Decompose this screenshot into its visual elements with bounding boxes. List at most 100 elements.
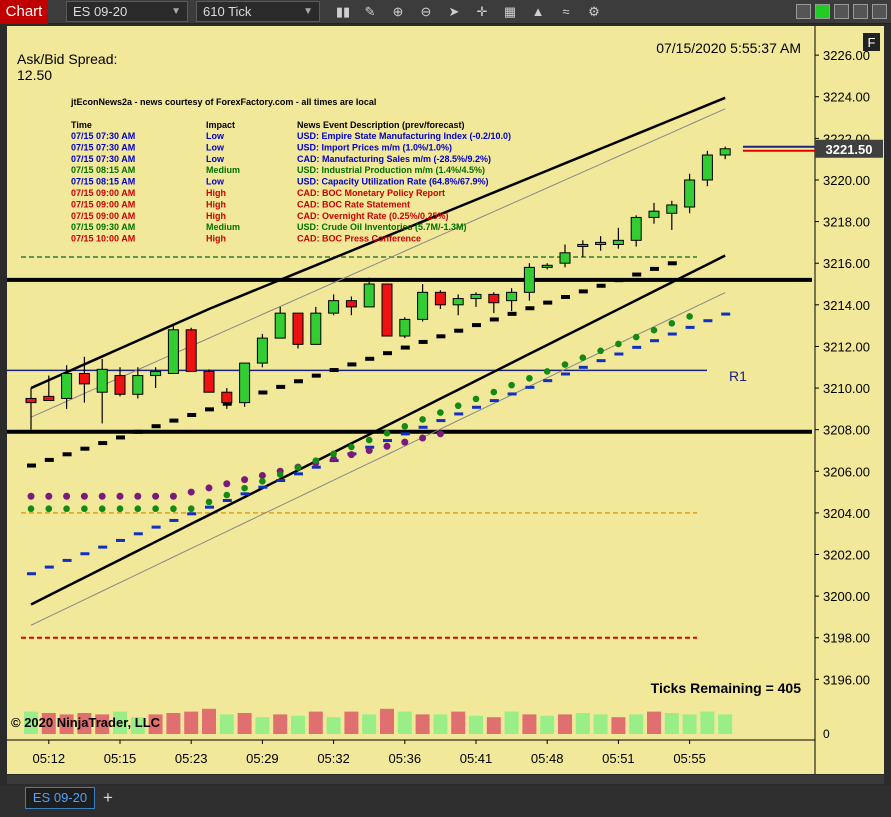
chart-window-title[interactable]: Chart (0, 0, 48, 24)
signal-dot-green (116, 505, 124, 513)
trail-stop-mark (222, 498, 232, 502)
zoom-in-icon[interactable]: ⊕ (389, 3, 407, 21)
trail-stop-mark (561, 372, 570, 376)
trail-stop-mark (578, 365, 588, 369)
trail-stop-mark (62, 558, 72, 562)
signal-dot-green (152, 505, 159, 513)
trend-mark (525, 306, 535, 311)
signal-dot-purple (365, 446, 373, 454)
trail-stop-mark (454, 412, 464, 416)
signal-dot-green (45, 505, 53, 513)
news-time: 07/15 09:00 AM (71, 188, 135, 198)
horizontal-scrollbar[interactable] (0, 774, 891, 785)
window-settings-icon[interactable] (796, 4, 811, 19)
scrollbar-track[interactable] (7, 775, 884, 784)
signal-dot-green (330, 450, 337, 458)
trail-stop-mark (80, 552, 90, 556)
candle-body (630, 216, 642, 241)
signal-dot-purple (383, 442, 391, 450)
signal-dot-green (365, 436, 373, 444)
zoom-out-icon[interactable]: ⊖ (417, 3, 435, 21)
candle-body (506, 291, 518, 302)
minimize-icon[interactable] (834, 4, 849, 19)
trail-stop-mark (685, 325, 695, 329)
strategies-icon[interactable]: ≈ (557, 3, 575, 21)
candle-body (310, 312, 322, 345)
candle-body (328, 300, 340, 314)
news-impact: Medium (206, 165, 240, 175)
signal-dot-green (205, 498, 213, 506)
close-icon[interactable] (872, 4, 887, 19)
volume-bar (629, 714, 644, 734)
signal-dot-green (134, 505, 142, 513)
trend-mark (151, 424, 161, 429)
trail-stop-mark (667, 332, 677, 336)
trail-stop-mark (187, 512, 197, 516)
instrument-selector[interactable]: ES 09-20 ▼ (66, 1, 188, 22)
signal-dot-green (98, 505, 106, 513)
news-description: USD: Capacity Utilization Rate (64.8%/67… (297, 177, 489, 187)
candle-body (256, 337, 268, 364)
volume-bar (273, 714, 288, 734)
interval-selector[interactable]: 610 Tick ▼ (196, 1, 320, 22)
candle-body (452, 298, 464, 306)
draw-pencil-icon[interactable]: ✎ (361, 3, 379, 21)
time-tick-label: 05:32 (317, 751, 350, 766)
candle-body (274, 312, 286, 339)
crosshair-icon[interactable]: ✛ (473, 3, 491, 21)
trend-mark (667, 261, 677, 266)
news-description: CAD: BOC Press Conference (297, 234, 421, 244)
volume-bar (451, 711, 466, 734)
trend-mark (472, 323, 481, 328)
volume-bar (237, 713, 252, 734)
candle-body (203, 370, 215, 393)
trend-mark (489, 317, 499, 322)
volume-bar (647, 711, 661, 734)
trail-stop-mark (27, 572, 36, 576)
trail-stop-mark (543, 379, 553, 383)
trend-mark (454, 328, 464, 333)
trend-mark (614, 278, 624, 283)
chart-panel[interactable]: 3196.00 3198.00 3200.00 3202.00 3204.00 3206.… (7, 26, 884, 774)
signal-dot-purple (436, 430, 444, 438)
volume-bar (558, 714, 572, 734)
candle-body (684, 179, 696, 208)
candle-body (292, 312, 304, 345)
signal-dot-purple (63, 492, 71, 500)
news-impact: Low (206, 142, 225, 152)
trail-stop-mark (258, 485, 268, 489)
maximize-icon[interactable] (853, 4, 868, 19)
trail-stop-mark (98, 545, 108, 549)
price-tick-label: 3198.00 (823, 631, 870, 646)
tab-es-09-20[interactable]: ES 09-20 (25, 787, 95, 809)
time-tick-label: 05:51 (602, 751, 635, 766)
signal-dot-green (686, 313, 693, 320)
last-price-tag: 3221.50 (815, 139, 883, 158)
news-impact: Low (206, 131, 225, 141)
data-series-icon[interactable]: ▦ (501, 3, 519, 21)
news-header-description: News Event Description (prev/forecast) (297, 120, 465, 130)
bar-type-icon[interactable]: ▮▮ (334, 3, 352, 21)
trend-mark (418, 339, 428, 344)
volume-bar (611, 717, 626, 734)
trail-stop-mark (721, 312, 731, 316)
properties-icon[interactable]: ⚙ (585, 3, 603, 21)
chart-window-toolbar: Chart ES 09-20 ▼ 610 Tick ▼ ▮▮ ✎ ⊕ ⊖ ➤ ✛… (0, 0, 891, 24)
candle-body (470, 293, 482, 300)
link-color-icon[interactable] (815, 4, 830, 19)
volume-bar (593, 714, 608, 734)
volume-bar (504, 711, 519, 734)
chart-canvas[interactable]: 3196.00 3198.00 3200.00 3202.00 3204.00 3206.… (7, 26, 884, 774)
chevron-down-icon: ▼ (303, 6, 313, 17)
signal-dot-green (490, 388, 498, 396)
pointer-icon[interactable]: ➤ (445, 3, 463, 21)
candle-body (541, 264, 553, 268)
indicators-icon[interactable]: ▲ (529, 3, 547, 21)
add-tab-icon[interactable]: + (103, 788, 113, 808)
news-title: jtEconNews2a - news courtesy of ForexFac… (70, 97, 376, 107)
signal-dot-green (526, 374, 533, 382)
candle-body (25, 397, 37, 404)
price-tick-label: 3208.00 (823, 423, 870, 438)
ticks-remaining: Ticks Remaining = 405 (651, 680, 802, 696)
candle-body (399, 318, 411, 337)
